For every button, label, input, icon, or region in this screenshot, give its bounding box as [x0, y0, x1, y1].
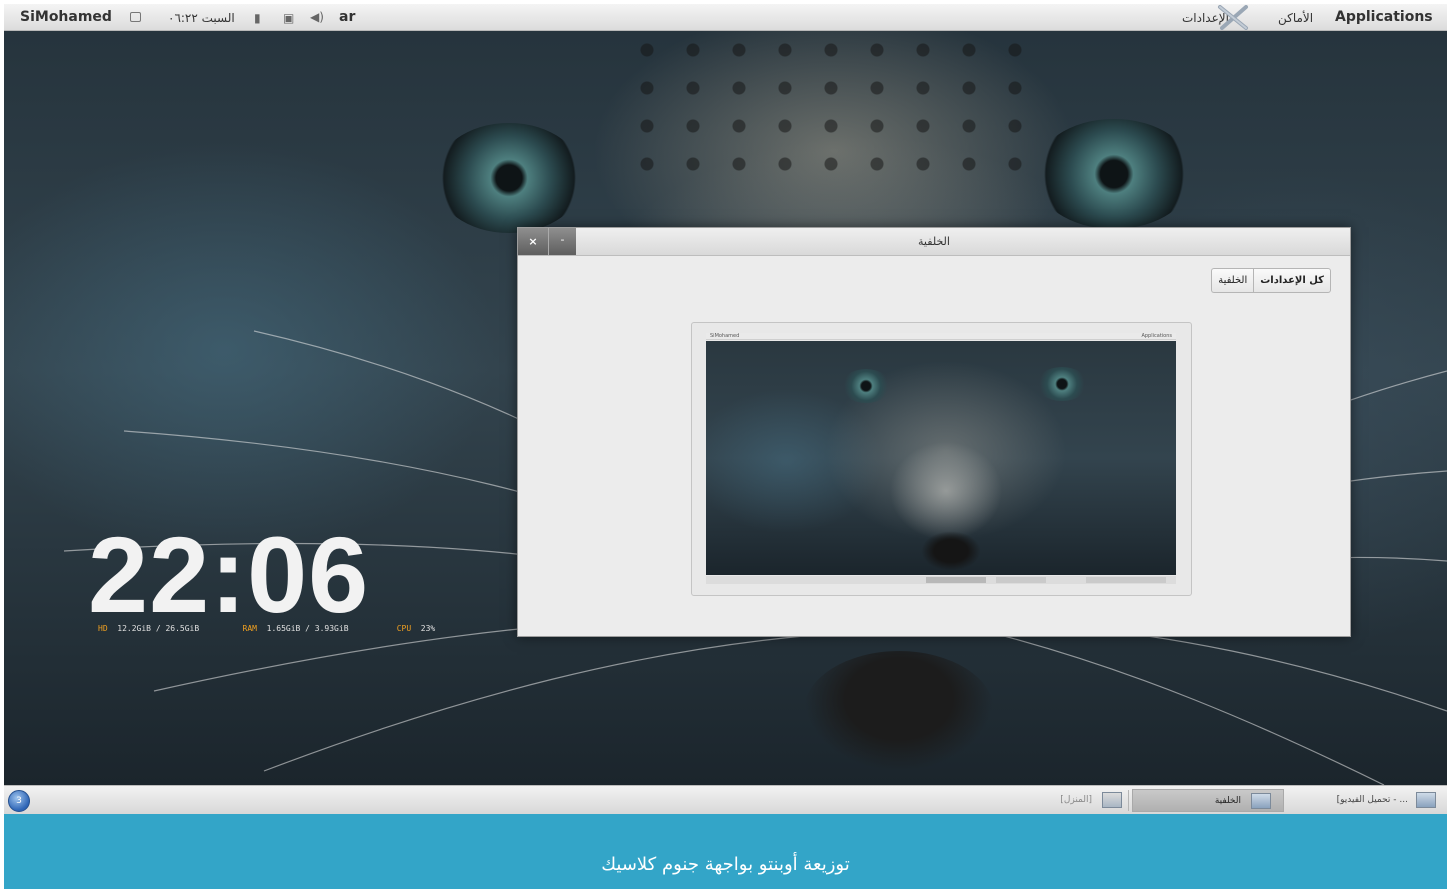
breadcrumb-all-settings[interactable]: كل الإعدادات	[1253, 268, 1331, 293]
taskbar-item-home[interactable]: [المنزل]	[1044, 789, 1126, 812]
cpu-label: CPU	[396, 624, 412, 633]
clock-time: 22:06	[88, 514, 370, 635]
preview-task-segment	[926, 577, 986, 583]
applications-menu[interactable]: Applications	[1335, 9, 1433, 25]
user-menu[interactable]: SiMohamed	[20, 9, 112, 25]
preview-right-eye	[1036, 367, 1088, 401]
window-titlebar[interactable]: × - الخلفية	[518, 228, 1350, 256]
keyboard-layout-indicator[interactable]: ar	[339, 9, 355, 25]
volume-icon[interactable]: ◀)	[310, 10, 324, 24]
ram-value: 1.65GiB / 3.93GiB	[266, 624, 349, 633]
hd-label: HD	[98, 624, 108, 633]
places-menu[interactable]: الأماكن	[1278, 11, 1313, 25]
taskbar-item-video-download[interactable]: [تحميل الفيديو - ...	[1292, 789, 1442, 812]
taskbar-item-label: [المنزل]	[1060, 795, 1092, 805]
ram-label: RAM	[242, 624, 257, 633]
background-settings-window[interactable]: × - الخلفية كل الإعدادات الخلفية SiMoham…	[517, 227, 1351, 637]
clock-menu[interactable]: السبت ٠٦:٢٢	[168, 11, 235, 25]
folder-icon	[1102, 792, 1122, 808]
battery-icon[interactable]: ▮	[254, 11, 261, 25]
caption-text: توزيعة أوبنتو بواجهة جنوم كلاسيك	[601, 854, 850, 875]
preview-applications-label: Applications	[1141, 333, 1172, 339]
preview-bottom-panel	[706, 576, 1176, 584]
hd-value: 12.2GiB / 26.5GiB	[117, 624, 200, 633]
breadcrumb-background[interactable]: الخلفية	[1211, 268, 1254, 293]
taskbar-item-background[interactable]: الخلفية	[1132, 789, 1284, 812]
preview-task-segment	[996, 577, 1046, 583]
preview-top-panel: SiMohamed Applications	[706, 333, 1176, 340]
window-title: الخلفية	[918, 235, 950, 248]
show-desktop-icon[interactable]: 3	[8, 790, 30, 812]
window-icon	[1251, 793, 1271, 809]
preview-left-eye	[841, 369, 891, 403]
network-icon[interactable]: ▣	[283, 11, 294, 25]
window-icon	[1416, 792, 1436, 808]
taskbar-item-label: الخلفية	[1214, 796, 1241, 806]
preview-task-segment	[1086, 577, 1166, 583]
preview-user-label: SiMohamed	[710, 333, 740, 339]
breadcrumb: كل الإعدادات الخلفية	[1211, 268, 1331, 293]
taskbar-item-label: [تحميل الفيديو - ...	[1336, 795, 1408, 805]
clock-widget: 22:06 HD 12.2GiB / 26.5GiB RAM 1.65GiB /…	[88, 514, 435, 635]
wallpaper-preview[interactable]: SiMohamed Applications	[691, 322, 1192, 596]
panel-separator	[1128, 790, 1129, 811]
preview-nose	[921, 531, 981, 571]
system-stats: HD 12.2GiB / 26.5GiB RAM 1.65GiB / 3.93G…	[98, 624, 435, 633]
top-panel: SiMohamed السبت ٠٦:٢٢ ▮ ▣ ◀) ar الإعدادا…	[4, 4, 1447, 31]
chat-icon[interactable]	[130, 12, 141, 22]
x-logo-icon	[1218, 5, 1248, 30]
caption-banner: توزيعة أوبنتو بواجهة جنوم كلاسيك	[4, 814, 1447, 889]
bottom-panel: 3 [المنزل] الخلفية [تحميل الفيديو - ...	[4, 785, 1447, 814]
preview-image	[706, 341, 1176, 575]
cpu-value: 23%	[420, 624, 436, 633]
